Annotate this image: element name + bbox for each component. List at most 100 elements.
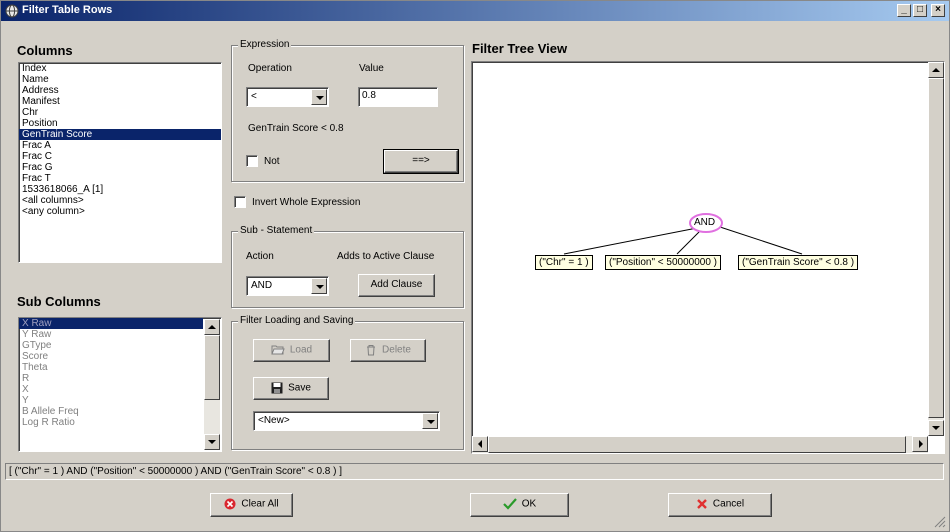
ok-button[interactable]: OK: [470, 493, 569, 517]
floppy-disk-icon: [271, 382, 283, 394]
columns-heading: Columns: [17, 43, 73, 58]
scroll-up-arrow-icon[interactable]: [928, 62, 944, 78]
action-label: Action: [246, 251, 274, 262]
cancel-x-icon: [697, 499, 707, 509]
tree-root-node[interactable]: AND: [694, 217, 715, 228]
delete-button-label: Delete: [382, 344, 411, 356]
sub-column-list-item[interactable]: Log R Ratio: [19, 417, 203, 428]
clear-all-button[interactable]: Clear All: [210, 493, 293, 517]
sub-columns-heading: Sub Columns: [17, 294, 101, 309]
sub-statement-group-title: Sub - Statement: [238, 225, 315, 236]
ok-label: OK: [521, 498, 537, 510]
expression-status-bar: [ ("Chr" = 1 ) AND ("Position" < 5000000…: [5, 463, 944, 480]
column-list-item[interactable]: Manifest: [19, 96, 221, 107]
not-checkbox-label: Not: [264, 155, 280, 167]
operation-select[interactable]: <: [246, 87, 329, 107]
operation-select-value: <: [251, 91, 257, 102]
clear-all-label: Clear All: [241, 498, 279, 510]
value-input[interactable]: 0.8: [358, 87, 438, 107]
filter-table-rows-window: Filter Table Rows _ □ × Columns Index Nam…: [0, 0, 950, 532]
column-list-item[interactable]: Frac T: [19, 173, 221, 184]
title-bar[interactable]: Filter Table Rows _ □ ×: [1, 1, 949, 21]
scroll-down-arrow-icon[interactable]: [928, 420, 944, 436]
value-label: Value: [359, 63, 384, 74]
sub-column-list-item[interactable]: Score: [19, 351, 203, 362]
maximize-button[interactable]: □: [913, 4, 927, 17]
close-button[interactable]: ×: [931, 4, 945, 17]
sub-columns-scrollbar[interactable]: [204, 319, 220, 450]
save-button-label: Save: [288, 382, 311, 394]
not-checkbox-box[interactable]: [246, 155, 258, 167]
column-list-item[interactable]: <any column>: [19, 206, 221, 217]
action-select[interactable]: AND: [246, 276, 329, 296]
resize-grip-icon[interactable]: [934, 516, 946, 528]
open-folder-icon: [271, 345, 285, 355]
sub-column-list-item[interactable]: Y Raw: [19, 329, 203, 340]
chevron-down-icon[interactable]: [422, 413, 438, 429]
load-button[interactable]: Load: [253, 339, 330, 362]
load-button-label: Load: [289, 344, 313, 356]
cancel-button[interactable]: Cancel: [668, 493, 772, 517]
column-list-item[interactable]: Name: [19, 74, 221, 85]
column-list-item[interactable]: Chr: [19, 107, 221, 118]
saved-filter-select[interactable]: <New>: [253, 411, 440, 431]
app-globe-icon: [5, 4, 19, 18]
sub-column-list-item[interactable]: X: [19, 384, 203, 395]
column-list-item[interactable]: Index: [19, 63, 221, 74]
cancel-label: Cancel: [712, 498, 745, 510]
invert-whole-expression-checkbox[interactable]: Invert Whole Expression: [234, 196, 360, 208]
sub-column-list-item[interactable]: R: [19, 373, 203, 384]
column-list-item[interactable]: Frac A: [19, 140, 221, 151]
columns-listbox[interactable]: Index Name Address Manifest Chr Position GenTr…: [18, 62, 222, 263]
filter-loading-saving-group-title: Filter Loading and Saving: [238, 315, 356, 326]
tree-vertical-scrollbar[interactable]: [928, 62, 944, 436]
chevron-down-icon[interactable]: [311, 278, 327, 294]
delete-icon: [367, 345, 376, 356]
tree-vertical-scroll-thumb[interactable]: [928, 78, 944, 418]
not-checkbox[interactable]: Not: [246, 155, 280, 167]
sub-column-list-item[interactable]: X Raw: [19, 318, 203, 329]
column-list-item[interactable]: 1533618066_A [1]: [19, 184, 221, 195]
invert-checkbox-box[interactable]: [234, 196, 246, 208]
insert-expression-button-label: ==>: [412, 155, 430, 166]
column-list-item[interactable]: Frac G: [19, 162, 221, 173]
scroll-left-arrow-icon[interactable]: [472, 436, 488, 452]
tree-horizontal-scrollbar[interactable]: [472, 436, 928, 453]
invert-checkbox-label: Invert Whole Expression: [252, 196, 361, 208]
column-list-item[interactable]: GenTrain Score: [19, 129, 221, 140]
window-title: Filter Table Rows: [22, 4, 113, 16]
adds-to-active-clause-label: Adds to Active Clause: [337, 251, 435, 262]
tree-leaf-gentrain[interactable]: ("GenTrain Score" < 0.8 ): [738, 255, 859, 270]
sub-column-list-item[interactable]: B Allele Freq: [19, 406, 203, 417]
sub-column-list-item[interactable]: Theta: [19, 362, 203, 373]
expression-preview: GenTrain Score < 0.8: [248, 123, 344, 134]
scroll-thumb[interactable]: [204, 335, 220, 400]
scroll-down-arrow-icon[interactable]: [204, 434, 220, 450]
expression-group-title: Expression: [238, 39, 292, 50]
add-clause-button[interactable]: Add Clause: [358, 274, 435, 297]
column-list-item[interactable]: <all columns>: [19, 195, 221, 206]
checkmark-icon: [502, 498, 517, 510]
delete-button[interactable]: Delete: [350, 339, 426, 362]
tree-leaf-chr[interactable]: ("Chr" = 1 ): [535, 255, 593, 270]
insert-expression-button[interactable]: ==>: [383, 149, 459, 174]
column-list-item[interactable]: Frac C: [19, 151, 221, 162]
add-clause-button-label: Add Clause: [370, 279, 423, 290]
filter-tree-view[interactable]: AND ("Chr" = 1 ) ("Position" < 50000000 …: [471, 61, 945, 454]
saved-filter-select-value: <New>: [258, 415, 290, 426]
sub-column-list-item[interactable]: Y: [19, 395, 203, 406]
operation-label: Operation: [248, 63, 292, 74]
clear-icon: [224, 498, 236, 510]
tree-leaf-position[interactable]: ("Position" < 50000000 ): [605, 255, 722, 270]
action-select-value: AND: [251, 280, 273, 291]
column-list-item[interactable]: Position: [19, 118, 221, 129]
column-list-item[interactable]: Address: [19, 85, 221, 96]
tree-horizontal-scroll-thumb[interactable]: [488, 436, 906, 453]
chevron-down-icon[interactable]: [311, 89, 327, 105]
sub-column-list-item[interactable]: GType: [19, 340, 203, 351]
save-button[interactable]: Save: [253, 377, 329, 400]
scroll-right-arrow-icon[interactable]: [912, 436, 928, 452]
scroll-up-arrow-icon[interactable]: [204, 319, 220, 335]
sub-columns-listbox[interactable]: X Raw Y Raw GType Score Theta R X Y B Allele Fre…: [18, 317, 222, 452]
minimize-button[interactable]: _: [897, 4, 911, 17]
